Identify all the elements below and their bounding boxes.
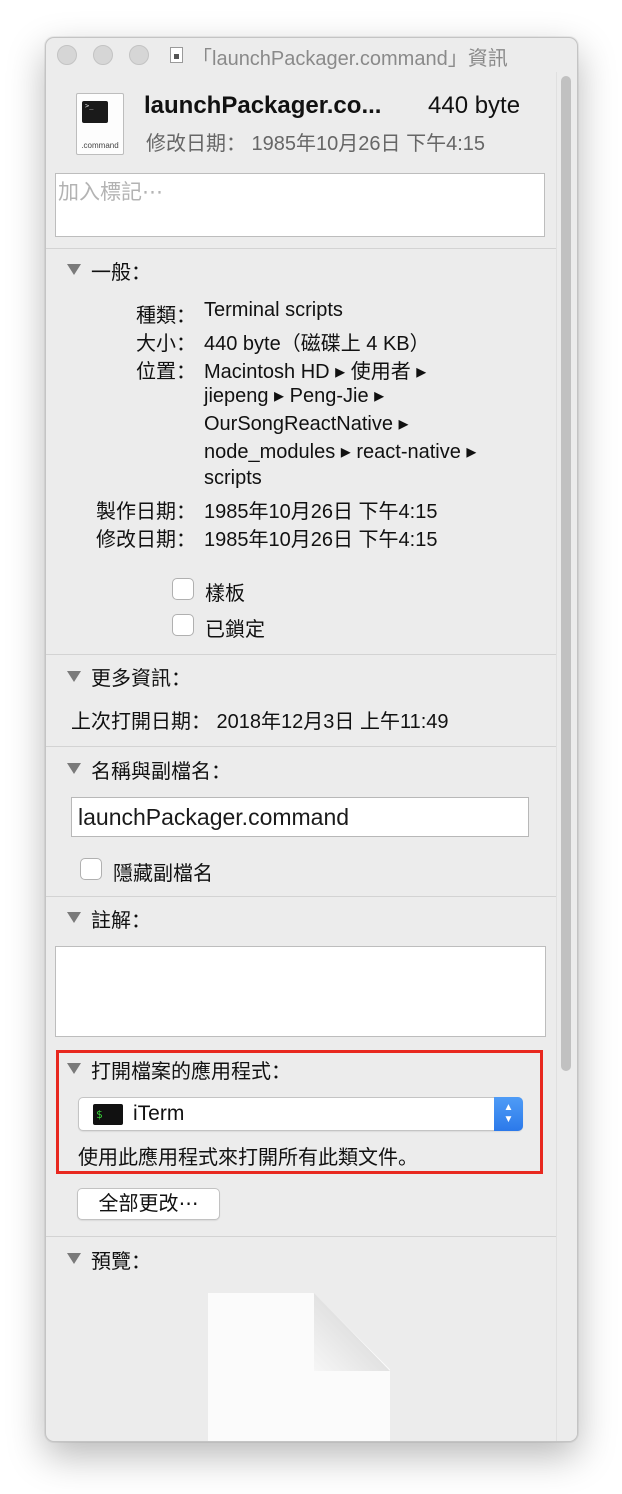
window-title: 「launchPackager.command」資訊 (192, 48, 508, 70)
modified-value: 1985年10月26日 下午4:15 (204, 529, 438, 551)
terminal-icon: >_ (82, 101, 108, 123)
last-opened: 上次打開日期： 2018年12月3日 上午11:49 (71, 711, 449, 733)
zoom-button[interactable] (129, 45, 149, 65)
open-with-app-label: iTerm (133, 1102, 185, 1125)
hide-extension-label: 隱藏副檔名 (113, 863, 213, 885)
where-path-line: jiepeng ▸ Peng-Jie ▸ (204, 385, 385, 407)
created-label: 製作日期： (96, 501, 196, 523)
stationery-checkbox[interactable] (172, 578, 194, 600)
divider (46, 248, 556, 249)
popup-arrows-icon: ▲ ▼ (494, 1097, 523, 1131)
file-name: launchPackager.co... (144, 92, 382, 119)
disclosure-triangle-icon[interactable] (67, 912, 81, 923)
locked-label: 已鎖定 (205, 619, 265, 641)
preview-page-fold (314, 1293, 390, 1371)
size-value: 440 byte（磁碟上 4 KB） (204, 333, 430, 355)
where-path-line: OurSongReactNative ▸ (204, 413, 409, 435)
created-value: 1985年10月26日 下午4:15 (204, 501, 438, 523)
divider (46, 654, 556, 655)
file-modified: 修改日期： 1985年10月26日 下午4:15 (146, 133, 486, 155)
divider (46, 746, 556, 747)
section-comments-title[interactable]: 註解： (91, 904, 151, 933)
title-bar[interactable]: 「launchPackager.command」資訊 (46, 38, 577, 72)
divider (46, 896, 556, 897)
tags-field[interactable]: 加入標記⋯ (55, 173, 545, 237)
command-file-icon: >_ .command (76, 93, 124, 155)
hide-extension-checkbox[interactable] (80, 858, 102, 880)
section-preview-title[interactable]: 預覽： (91, 1245, 151, 1274)
disclosure-triangle-icon[interactable] (67, 763, 81, 774)
section-name-ext-title[interactable]: 名稱與副檔名： (91, 755, 231, 784)
disclosure-triangle-icon[interactable] (67, 264, 81, 275)
stationery-label: 樣板 (205, 583, 245, 605)
where-path-line: Macintosh HD ▸ 使用者 ▸ (204, 361, 427, 383)
close-button[interactable] (57, 45, 77, 65)
disclosure-triangle-icon[interactable] (67, 1253, 81, 1264)
file-icon-ext: .command (81, 141, 119, 150)
section-general-title[interactable]: 一般： (91, 256, 151, 285)
change-all-button[interactable]: 全部更改⋯ (77, 1188, 220, 1220)
where-path-line: scripts (204, 467, 262, 489)
open-with-description: 使用此應用程式來打開所有此類文件。 (78, 1147, 418, 1169)
locked-checkbox[interactable] (172, 614, 194, 636)
file-size: 440 byte (428, 92, 521, 119)
section-open-with-title[interactable]: 打開檔案的應用程式： (91, 1055, 291, 1084)
disclosure-triangle-icon[interactable] (67, 1063, 81, 1074)
section-more-info-title[interactable]: 更多資訊： (91, 662, 191, 691)
iterm-app-icon: $ (93, 1104, 123, 1125)
kind-label: 種類： (136, 305, 196, 327)
modified-label: 修改日期： (96, 529, 196, 551)
info-window: 「launchPackager.command」資訊 >_ .command l… (45, 37, 578, 1442)
size-label: 大小： (136, 333, 196, 355)
tags-placeholder: 加入標記⋯ (58, 181, 163, 204)
where-label: 位置： (136, 361, 196, 383)
divider (46, 1236, 556, 1237)
open-with-app-popup[interactable]: $ iTerm ▲ ▼ (78, 1097, 523, 1131)
minimize-button[interactable] (93, 45, 113, 65)
kind-value: Terminal scripts (204, 299, 343, 321)
scrollbar-thumb[interactable] (561, 76, 571, 1071)
document-icon (170, 47, 183, 63)
name-field[interactable] (71, 797, 529, 837)
comments-field[interactable] (55, 946, 546, 1037)
disclosure-triangle-icon[interactable] (67, 671, 81, 682)
where-path-line: node_modules ▸ react-native ▸ (204, 441, 477, 463)
name-input[interactable] (72, 798, 528, 836)
